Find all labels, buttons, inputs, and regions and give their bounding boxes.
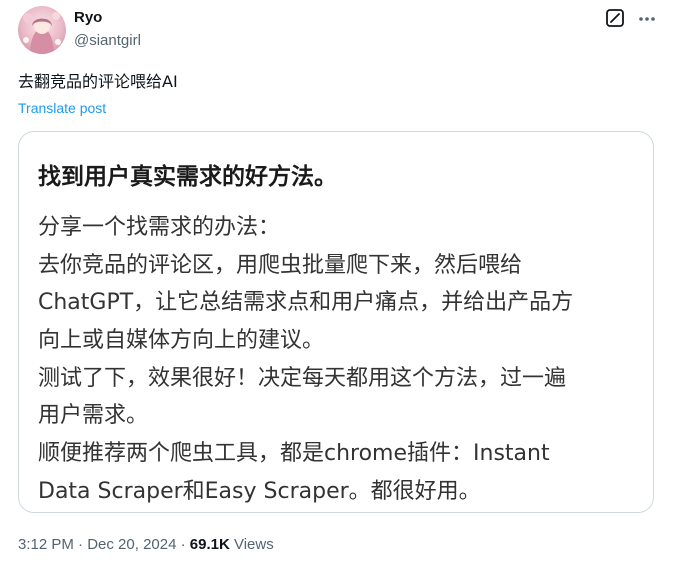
tweet-meta: 3:12 PM · Dec 20, 2024 · 69.1K Views [18,535,274,555]
media-line: 用户需求。 [38,403,149,429]
tweet-date[interactable]: Dec 20, 2024 [87,536,176,553]
tweet-time[interactable]: 3:12 PM [18,536,74,553]
meta-separator: · [176,536,190,553]
tweet-text: 去翻竞品的评论喂给AI [18,72,178,91]
media-line: 顺便推荐两个爬虫工具，都是chrome插件：Instant [38,441,550,467]
media-line: 去你竞品的评论区，用爬虫批量爬下来，然后喂给 [38,252,523,278]
user-handle[interactable]: @siantgirl [74,32,141,50]
media-line: 测试了下，效果很好！决定每天都用这个方法，过一遍 [38,365,567,391]
media-title: 找到用户真实需求的好方法。 [38,164,337,190]
avatar[interactable] [18,6,66,54]
media-line: 向上或自媒体方向上的建议。 [38,328,325,354]
translate-post-link[interactable]: Translate post [18,99,106,117]
views-count: 69.1K [189,536,230,553]
media-body: 分享一个找需求的办法： 去你竞品的评论区，用爬虫批量爬下来，然后喂给 ChatG… [38,209,648,511]
tweet: Ryo @siantgirl 去翻竞品的评论喂给AI Translate pos… [0,0,679,567]
media-line: ChatGPT，让它总结需求点和用户痛点，并给出产品方 [38,290,574,316]
views-label: Views [229,536,274,553]
more-options-icon[interactable] [637,9,657,29]
meta-separator: · [73,536,88,553]
media-image[interactable]: 找到用户真实需求的好方法。 分享一个找需求的办法： 去你竞品的评论区，用爬虫批量… [18,131,654,513]
display-name[interactable]: Ryo [74,9,102,27]
media-line: Data Scraper和Easy Scraper。都很好用。 [38,478,481,504]
media-line: 分享一个找需求的办法： [38,215,281,240]
grok-icon[interactable] [606,9,624,27]
avatar-photo-icon [18,6,66,54]
